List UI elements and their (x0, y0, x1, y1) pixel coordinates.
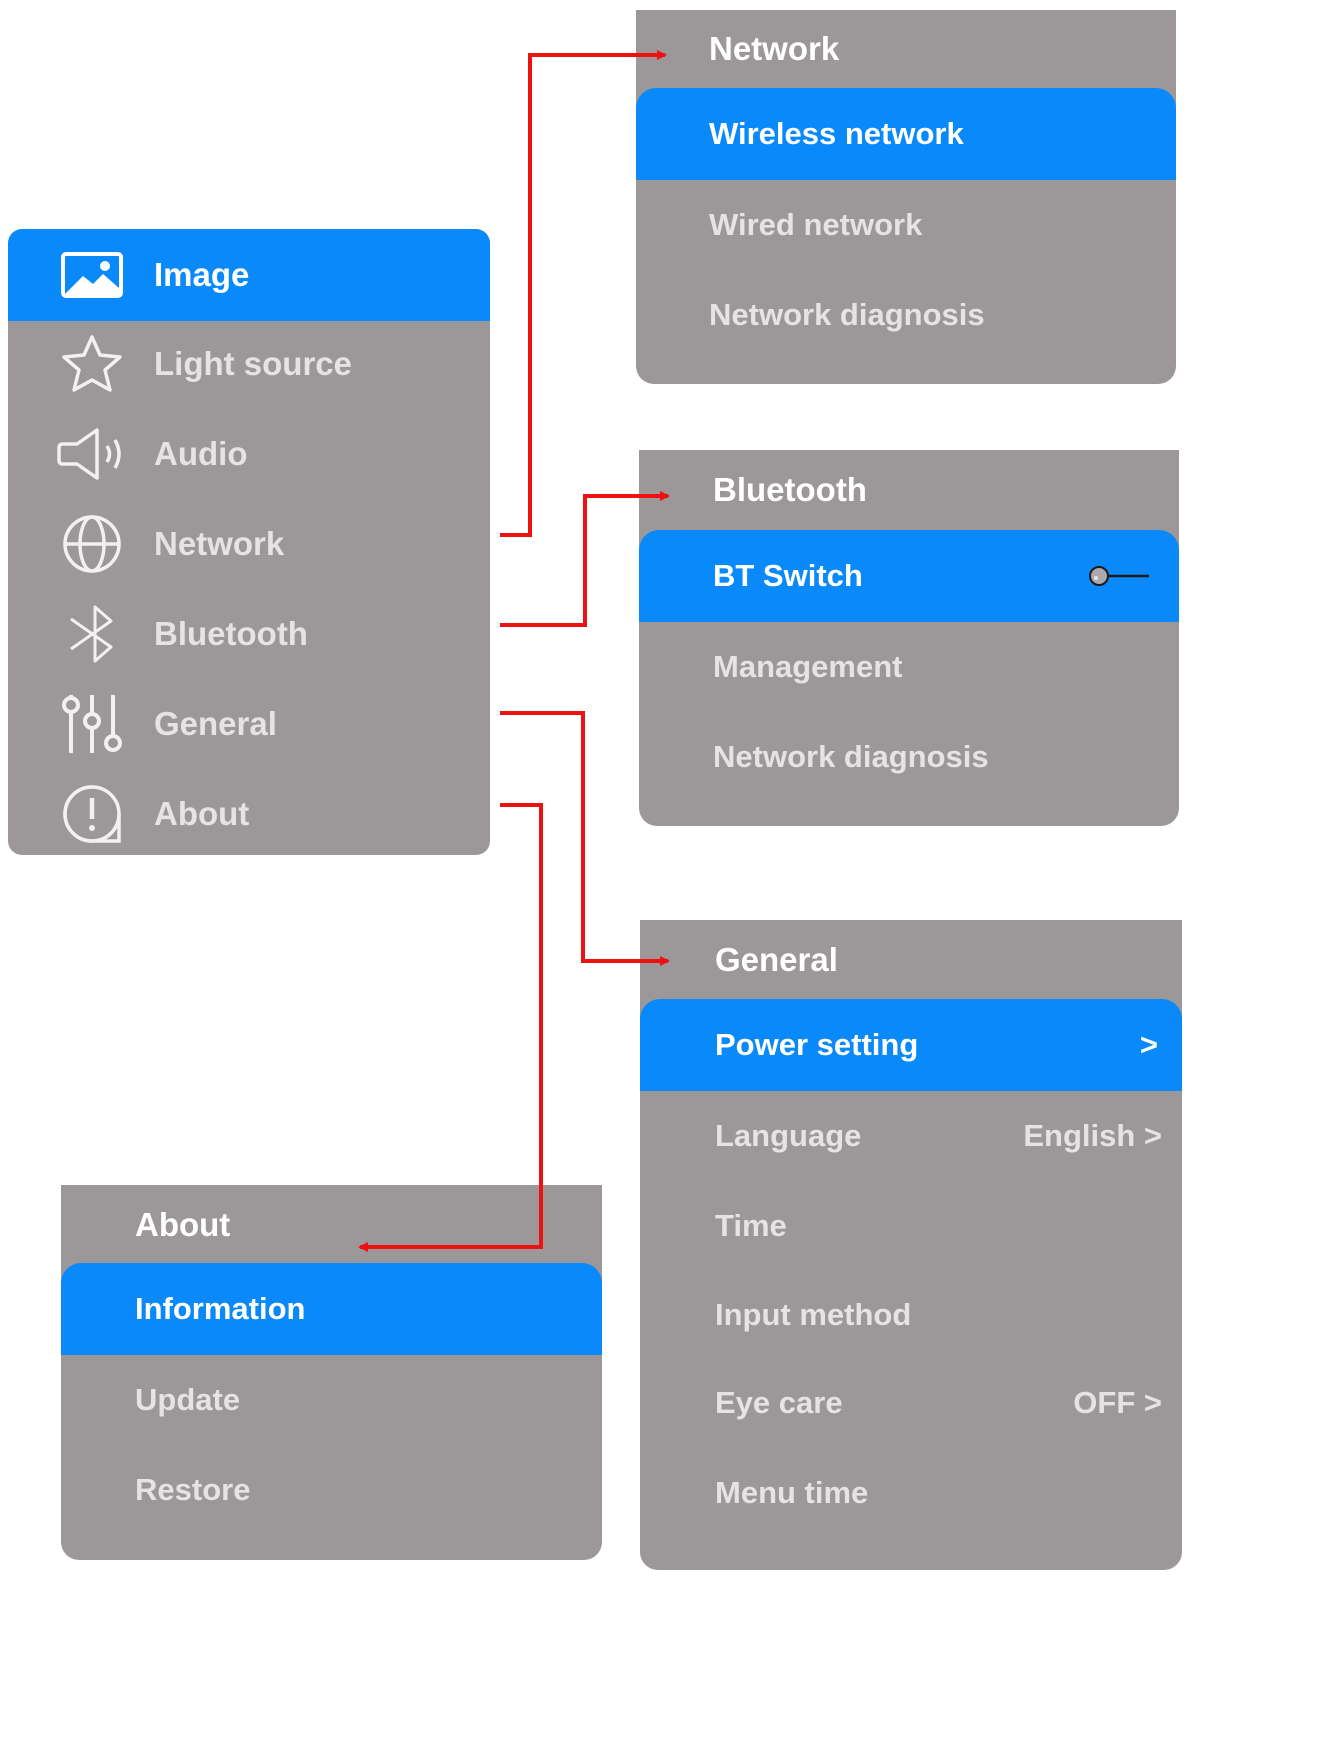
general-connector-arrow (500, 711, 670, 966)
about-connector-arrow (358, 803, 543, 1252)
bluetooth-connector-arrow (500, 491, 670, 627)
connector-arrows (358, 50, 670, 1252)
network-connector-arrow (500, 50, 667, 537)
